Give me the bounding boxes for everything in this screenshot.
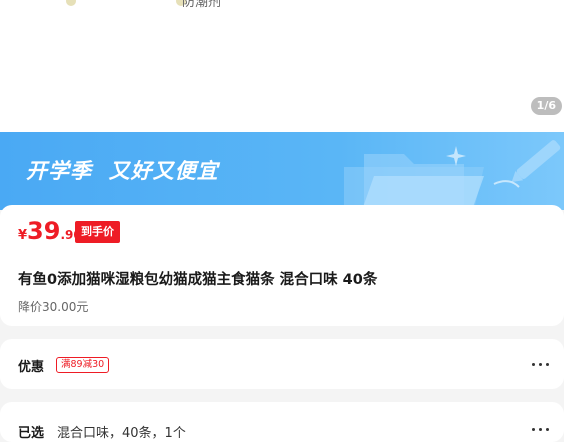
promotion-row[interactable]: 优惠 满89减30 — [0, 339, 564, 389]
gallery-image-text: 防潮剂 — [182, 0, 222, 10]
product-title: 有鱼0添加猫咪湿粮包幼猫成猫主食猫条 混合口味 40条 — [18, 272, 378, 288]
coupon-tag: 满89减30 — [56, 357, 110, 373]
price-currency: ¥ — [18, 228, 28, 243]
more-dots-icon[interactable] — [532, 362, 550, 368]
selected-label: 已选 — [18, 426, 45, 441]
price-reduction: 降价30.00元 — [18, 300, 89, 314]
promotion-label: 优惠 — [18, 360, 45, 375]
final-price-badge: 到手价 — [75, 221, 120, 243]
price-card: ¥39.90 到手价 有鱼0添加猫咪湿粮包幼猫成猫主食猫条 混合口味 40条 降… — [0, 205, 564, 326]
product-image-gallery[interactable]: 防潮剂 1/6 — [0, 0, 564, 132]
more-dots-icon[interactable] — [532, 427, 550, 433]
banner-title: 开学季 又好又便宜 — [26, 159, 219, 183]
promo-banner[interactable]: 开学季 又好又便宜 — [0, 132, 564, 210]
gallery-graphic-dot — [66, 0, 76, 6]
image-counter: 1/6 — [530, 97, 562, 115]
folder-icon — [344, 140, 561, 210]
price-integer: 39 — [27, 217, 61, 245]
selected-value: 混合口味，40条，1个 — [57, 426, 186, 441]
selected-spec-row[interactable]: 已选 混合口味，40条，1个 — [0, 402, 564, 442]
price: ¥39.90 — [18, 217, 82, 245]
